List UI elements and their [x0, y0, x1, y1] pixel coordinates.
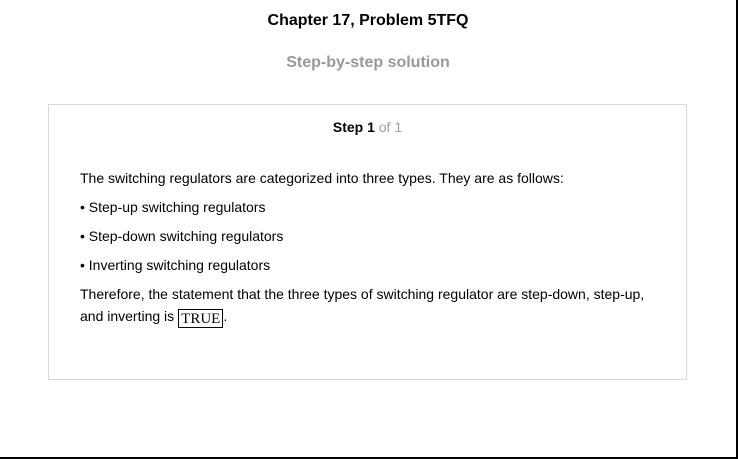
intro-paragraph: The switching regulators are categorized… — [80, 170, 564, 186]
conclusion-end: . — [223, 308, 228, 324]
conclusion-paragraph: Therefore, the statement that the three … — [80, 283, 670, 328]
step-of-count: of 1 — [374, 119, 403, 135]
bullet-inverting: • Inverting switching regulators — [80, 257, 271, 273]
solution-content: The switching regulators are categorized… — [80, 167, 670, 335]
step-header: Step 1 of 1 — [49, 119, 686, 135]
bullet-step-up: • Step-up switching regulators — [80, 199, 266, 215]
solution-box: Step 1 of 1 The switching regulators are… — [48, 104, 687, 380]
answer-box: TRUE — [178, 309, 224, 328]
conclusion-lead: Therefore, the statement that the three … — [80, 286, 645, 324]
step-label: Step 1 — [332, 119, 375, 135]
chapter-title: Chapter 17, Problem 5TFQ — [267, 12, 469, 29]
bullet-step-down: • Step-down switching regulators — [80, 228, 284, 244]
solution-subtitle: Step-by-step solution — [286, 54, 450, 71]
